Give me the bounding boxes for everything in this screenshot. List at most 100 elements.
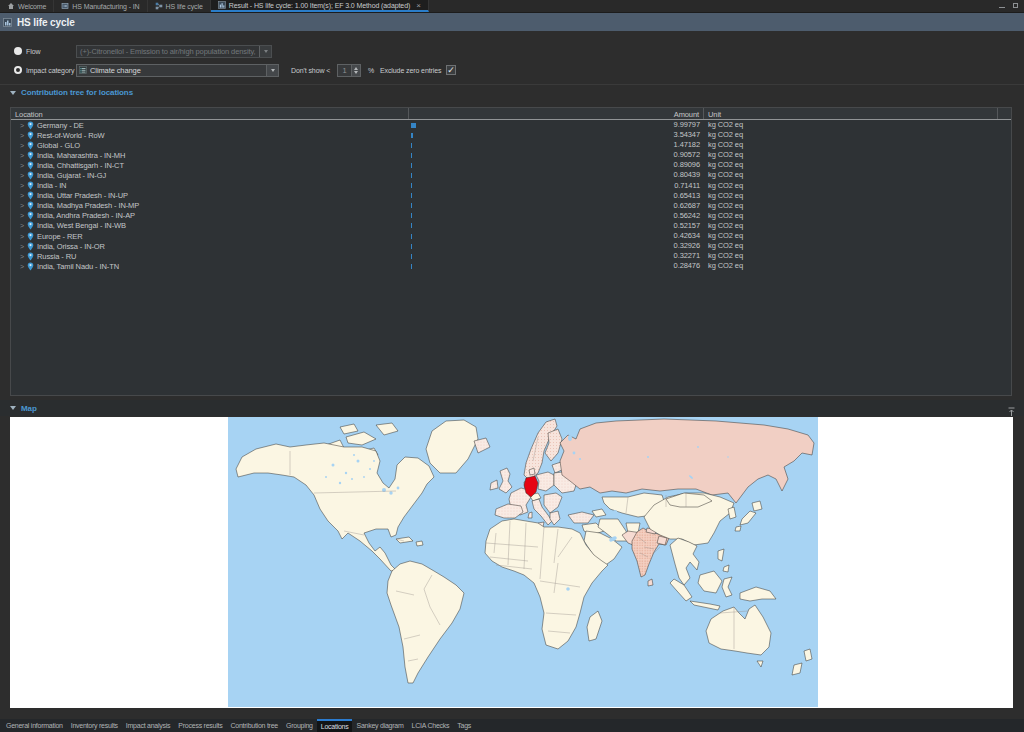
expand-chevron-icon[interactable]: >: [20, 212, 24, 219]
tree-row[interactable]: >Rest-of-World - RoW3.54347kg CO2 eq: [11, 130, 1011, 140]
expand-chevron-icon[interactable]: >: [20, 172, 24, 179]
expand-chevron-icon[interactable]: >: [20, 243, 24, 250]
location-label: India, Uttar Pradesh - IN-UP: [37, 191, 128, 200]
location-pin-icon: [27, 181, 34, 190]
expand-chevron-icon[interactable]: >: [20, 182, 24, 189]
column-header-location[interactable]: Location: [11, 108, 409, 119]
flow-combo-value: (+)-Citronellol - Emission to air/high p…: [77, 47, 259, 56]
expand-chevron-icon[interactable]: >: [20, 222, 24, 229]
tree-row[interactable]: >India, Chhattisgarh - IN-CT0.89096kg CO…: [11, 160, 1011, 170]
editor-tab[interactable]: Welcome: [0, 0, 54, 12]
unit-cell: kg CO2 eq: [708, 150, 743, 160]
column-header-unit[interactable]: Unit: [704, 108, 998, 119]
maximize-icon[interactable]: [1013, 3, 1018, 8]
editor-tab[interactable]: Result - HS life cycle: 1.00 Item(s); EF…: [211, 0, 429, 12]
expand-chevron-icon[interactable]: >: [20, 152, 24, 159]
flow-radio[interactable]: [14, 47, 22, 55]
result-tab-sankey-diagram[interactable]: Sankey diagram: [352, 719, 407, 732]
tree-row[interactable]: >India, Orissa - IN-OR0.32926kg CO2 eq: [11, 241, 1011, 251]
unit-cell: kg CO2 eq: [708, 160, 743, 170]
expand-chevron-icon[interactable]: >: [20, 162, 24, 169]
amount-cell: 0.56242: [411, 211, 700, 221]
amount-cell: 0.42634: [411, 231, 700, 241]
tree-row[interactable]: >India, Madhya Pradesh - IN-MP0.62687kg …: [11, 201, 1011, 211]
tree-row[interactable]: >India - IN0.71411kg CO2 eq: [11, 181, 1011, 191]
location-pin-icon: [27, 232, 34, 241]
editor-tab-label: HS Manufacturing - IN: [72, 3, 139, 10]
impact-category-icon: [79, 66, 87, 74]
unit-cell: kg CO2 eq: [708, 211, 743, 221]
chevron-down-icon[interactable]: [266, 65, 278, 76]
product-system-icon: [155, 2, 163, 10]
amount-cell: 0.28476: [411, 261, 700, 271]
contribution-tree-table: Location Amount Unit >Germany - DE9.9979…: [10, 107, 1012, 396]
tree-row-location-cell: > India, Chhattisgarh - IN-CT: [11, 160, 409, 170]
tree-row[interactable]: >Europe - RER0.42634kg CO2 eq: [11, 231, 1011, 241]
home-icon: [7, 2, 15, 10]
editor-tab[interactable]: HS life cycle: [148, 0, 211, 12]
result-tab-impact-analysis[interactable]: Impact analysis: [122, 719, 175, 732]
map-section-title: Map: [21, 404, 37, 413]
percent-label: %: [368, 67, 374, 74]
expand-chevron-icon[interactable]: >: [20, 142, 24, 149]
tree-row[interactable]: >Russia - RU0.32271kg CO2 eq: [11, 251, 1011, 261]
location-label: India, Chhattisgarh - IN-CT: [37, 161, 124, 170]
result-tab-grouping[interactable]: Grouping: [282, 719, 317, 732]
impact-category-combo[interactable]: Climate change: [76, 64, 279, 77]
location-pin-icon: [27, 131, 34, 140]
result-tab-contribution-tree[interactable]: Contribution tree: [226, 719, 282, 732]
minimize-icon[interactable]: [999, 7, 1005, 8]
column-header-amount[interactable]: Amount: [409, 108, 704, 119]
expand-chevron-icon[interactable]: >: [20, 263, 24, 270]
map-panel[interactable]: [10, 417, 1013, 708]
impact-category-radio[interactable]: [14, 66, 22, 74]
expand-chevron-icon[interactable]: >: [20, 253, 24, 260]
amount-cell: 0.32271: [411, 251, 700, 261]
expand-chevron-icon[interactable]: >: [20, 202, 24, 209]
editor-tab-label: Welcome: [18, 3, 46, 10]
unit-cell: kg CO2 eq: [708, 241, 743, 251]
tree-row-location-cell: >India, West Bengal - IN-WB: [11, 221, 409, 231]
world-map[interactable]: [228, 417, 818, 707]
tree-row[interactable]: >India, Gujarat - IN-GJ0.80439kg CO2 eq: [11, 170, 1011, 180]
result-tab-tags[interactable]: Tags: [453, 719, 475, 732]
location-pin-icon: [27, 121, 34, 130]
collapse-triangle-icon[interactable]: [10, 406, 16, 410]
application-window: Welcome HS Manufacturing - IN HS life cycl…: [0, 0, 1024, 732]
editor-title-bar: HS life cycle: [0, 13, 1024, 31]
amount-cell: 0.62687: [411, 201, 700, 211]
collapse-triangle-icon[interactable]: [10, 91, 16, 95]
dont-show-spinner[interactable]: 1: [337, 64, 361, 77]
result-tab-process-results[interactable]: Process results: [174, 719, 226, 732]
location-pin-icon: [27, 252, 34, 261]
tree-row-location-cell: >India, Madhya Pradesh - IN-MP: [11, 201, 409, 211]
tree-row[interactable]: >India, Tamil Nadu - IN-TN0.28476 kg CO2 …: [11, 261, 1011, 271]
location-pin-icon: [27, 151, 34, 160]
tree-row-location-cell: > India, Gujarat - IN-GJ: [11, 170, 409, 180]
tree-row[interactable]: >India, Maharashtra - IN-MH0.90572kg CO2…: [11, 150, 1011, 160]
close-icon[interactable]: ×: [416, 1, 421, 10]
expand-chevron-icon[interactable]: >: [20, 132, 24, 139]
tree-row-location-cell: >India, Tamil Nadu - IN-TN: [11, 261, 409, 271]
exclude-zero-checkbox[interactable]: ✓: [446, 65, 456, 75]
result-tab-general-information[interactable]: General information: [2, 719, 67, 732]
tree-row[interactable]: >India, Uttar Pradesh - IN-UP0.65413kg C…: [11, 191, 1011, 201]
result-tab-inventory-results[interactable]: Inventory results: [67, 719, 122, 732]
location-label: India, Gujarat - IN-GJ: [37, 171, 106, 180]
expand-chevron-icon[interactable]: >: [20, 233, 24, 240]
expand-chevron-icon[interactable]: >: [20, 122, 24, 129]
expand-chevron-icon[interactable]: >: [20, 192, 24, 199]
result-icon: [218, 1, 226, 9]
result-tab-lcia-checks[interactable]: LCIA Checks: [408, 719, 454, 732]
spinner-arrows[interactable]: [351, 65, 360, 76]
editor-tab[interactable]: HS Manufacturing - IN: [54, 0, 147, 12]
tree-row[interactable]: >India, Andhra Pradesh - IN-AP0.56242kg …: [11, 211, 1011, 221]
tree-row[interactable]: >Germany - DE9.99797kg CO2 eq: [11, 120, 1011, 130]
unit-cell: kg CO2 eq: [708, 261, 743, 271]
map-section-header[interactable]: Map: [0, 400, 1024, 416]
tree-row-location-cell: >Russia - RU: [11, 251, 409, 261]
result-tab-locations[interactable]: Locations: [317, 719, 353, 732]
contribution-tree-section-header[interactable]: Contribution tree for locations: [10, 88, 133, 97]
tree-row[interactable]: >Global - GLO1.47182kg CO2 eq: [11, 140, 1011, 150]
tree-row[interactable]: >India, West Bengal - IN-WB0.52157kg CO2…: [11, 221, 1011, 231]
